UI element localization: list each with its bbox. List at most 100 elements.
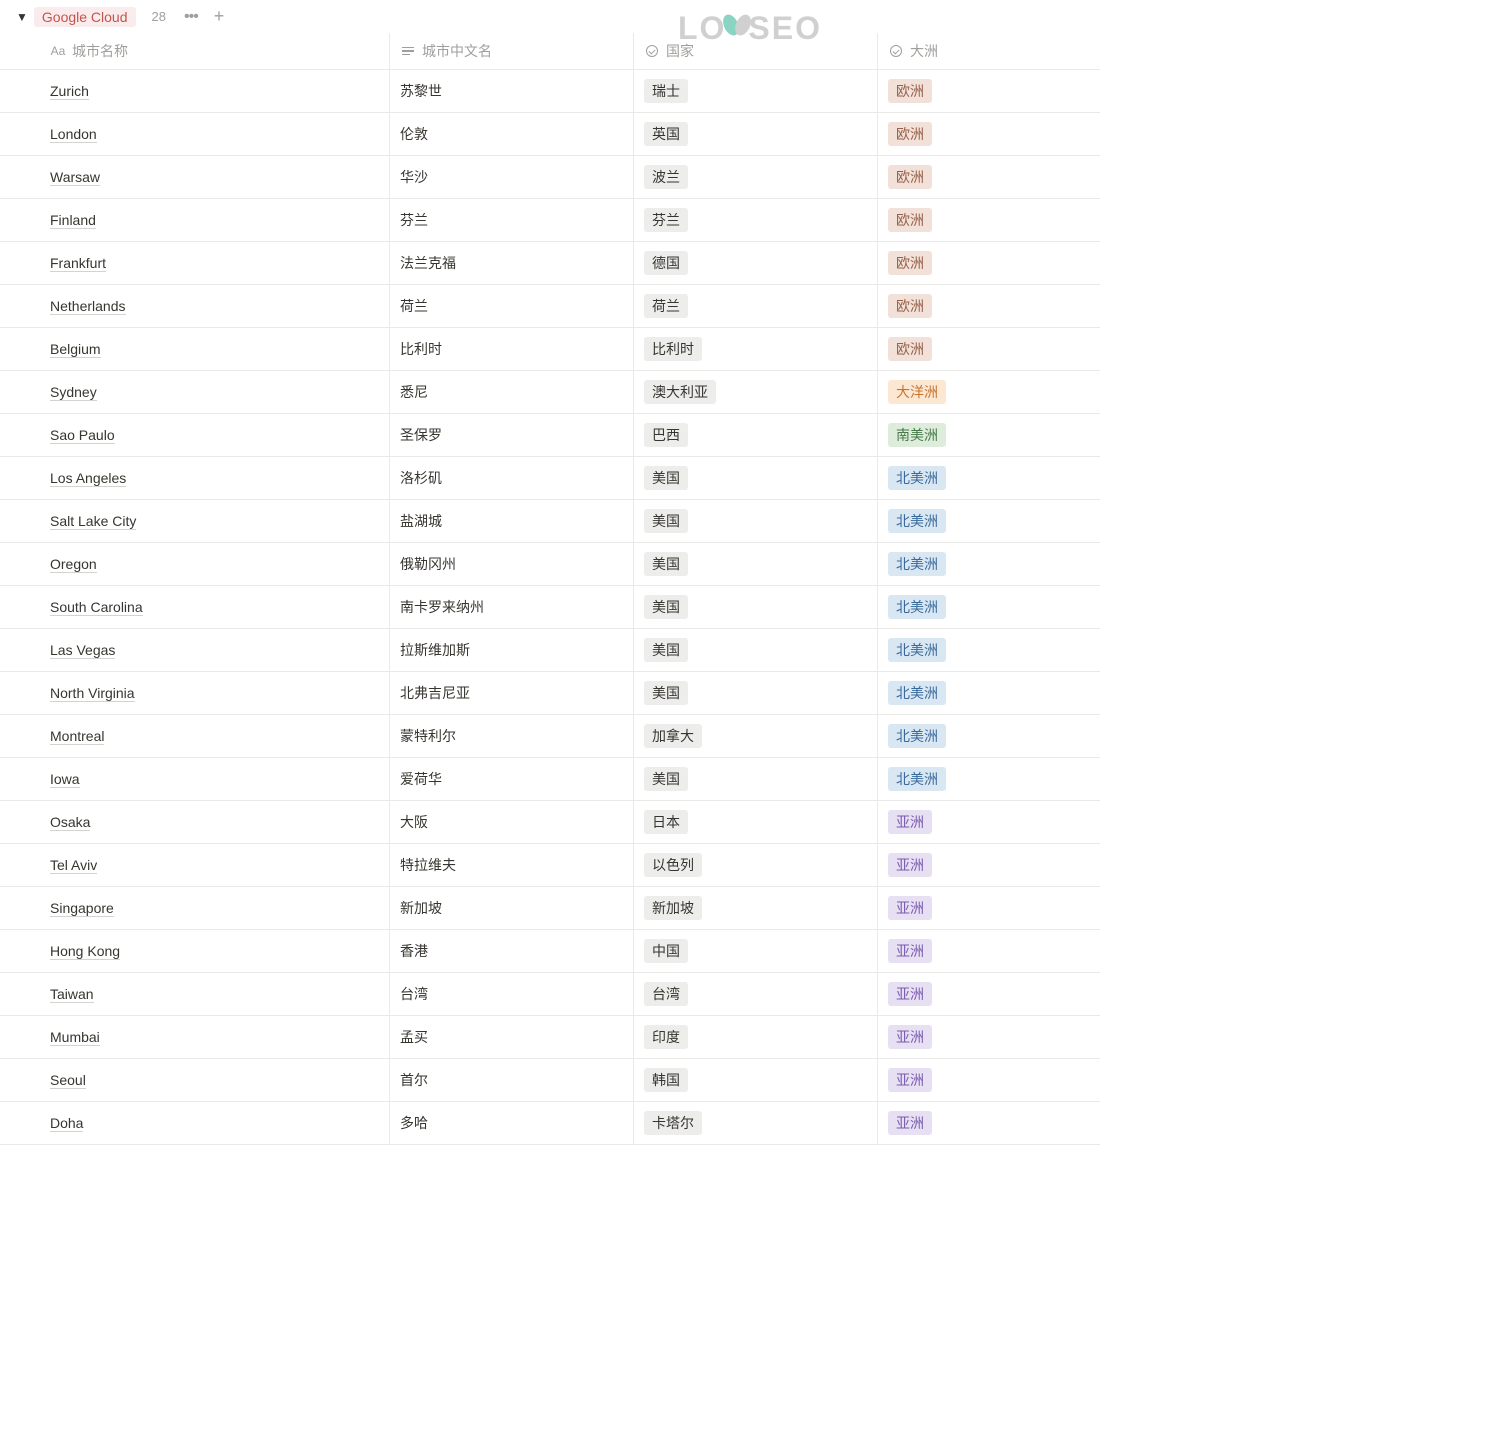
- cell-country[interactable]: 荷兰: [634, 285, 878, 327]
- table-row[interactable]: Netherlands荷兰荷兰欧洲: [0, 285, 1100, 328]
- cell-continent[interactable]: 欧洲: [878, 199, 1058, 241]
- cell-country[interactable]: 英国: [634, 113, 878, 155]
- table-row[interactable]: South Carolina 南卡罗来纳州美国北美洲: [0, 586, 1100, 629]
- add-row-icon[interactable]: +: [214, 6, 225, 27]
- cell-cnname[interactable]: 华沙: [390, 156, 634, 198]
- cell-cnname[interactable]: 法兰克福: [390, 242, 634, 284]
- cell-cnname[interactable]: 多哈: [390, 1102, 634, 1144]
- cell-name[interactable]: North Virginia: [14, 672, 390, 714]
- cell-continent[interactable]: 北美洲: [878, 457, 1058, 499]
- cell-cnname[interactable]: 南卡罗来纳州: [390, 586, 634, 628]
- cell-continent[interactable]: 北美洲: [878, 758, 1058, 800]
- cell-continent[interactable]: 欧洲: [878, 242, 1058, 284]
- row-name[interactable]: Taiwan: [50, 986, 94, 1003]
- cell-name[interactable]: Belgium: [14, 328, 390, 370]
- cell-country[interactable]: 美国: [634, 500, 878, 542]
- cell-name[interactable]: Finland: [14, 199, 390, 241]
- cell-country[interactable]: 澳大利亚: [634, 371, 878, 413]
- table-row[interactable]: Tel Aviv特拉维夫以色列亚洲: [0, 844, 1100, 887]
- cell-cnname[interactable]: 香港: [390, 930, 634, 972]
- row-name[interactable]: Salt Lake City: [50, 513, 136, 530]
- cell-country[interactable]: 卡塔尔: [634, 1102, 878, 1144]
- cell-country[interactable]: 德国: [634, 242, 878, 284]
- cell-cnname[interactable]: 孟买: [390, 1016, 634, 1058]
- table-row[interactable]: Los Angeles洛杉矶美国北美洲: [0, 457, 1100, 500]
- row-name[interactable]: Las Vegas: [50, 642, 115, 659]
- row-name[interactable]: Frankfurt: [50, 255, 106, 272]
- cell-cnname[interactable]: 北弗吉尼亚: [390, 672, 634, 714]
- cell-name[interactable]: Taiwan: [14, 973, 390, 1015]
- table-row[interactable]: Zurich苏黎世瑞士欧洲: [0, 70, 1100, 113]
- cell-name[interactable]: Oregon: [14, 543, 390, 585]
- row-name[interactable]: Montreal: [50, 728, 104, 745]
- cell-name[interactable]: Iowa: [14, 758, 390, 800]
- cell-name[interactable]: Singapore: [14, 887, 390, 929]
- cell-name[interactable]: Frankfurt: [14, 242, 390, 284]
- cell-name[interactable]: South Carolina: [14, 586, 390, 628]
- cell-continent[interactable]: 北美洲: [878, 715, 1058, 757]
- cell-name[interactable]: Las Vegas: [14, 629, 390, 671]
- cell-continent[interactable]: 北美洲: [878, 672, 1058, 714]
- cell-country[interactable]: 美国: [634, 457, 878, 499]
- cell-cnname[interactable]: 大阪: [390, 801, 634, 843]
- cell-country[interactable]: 新加坡: [634, 887, 878, 929]
- more-icon[interactable]: •••: [184, 8, 198, 26]
- row-name[interactable]: Los Angeles: [50, 470, 126, 487]
- table-row[interactable]: Oregon俄勒冈州美国北美洲: [0, 543, 1100, 586]
- cell-name[interactable]: Mumbai: [14, 1016, 390, 1058]
- table-row[interactable]: Las Vegas拉斯维加斯美国北美洲: [0, 629, 1100, 672]
- table-row[interactable]: Sydney悉尼澳大利亚大洋洲: [0, 371, 1100, 414]
- cell-continent[interactable]: 欧洲: [878, 113, 1058, 155]
- cell-cnname[interactable]: 悉尼: [390, 371, 634, 413]
- row-name[interactable]: Mumbai: [50, 1029, 100, 1046]
- cell-continent[interactable]: 北美洲: [878, 543, 1058, 585]
- cell-country[interactable]: 芬兰: [634, 199, 878, 241]
- cell-country[interactable]: 日本: [634, 801, 878, 843]
- table-row[interactable]: Singapore新加坡新加坡亚洲: [0, 887, 1100, 930]
- cell-country[interactable]: 美国: [634, 672, 878, 714]
- row-name[interactable]: Singapore: [50, 900, 114, 917]
- column-header-name[interactable]: 城市名称: [14, 33, 390, 69]
- cell-continent[interactable]: 亚洲: [878, 887, 1058, 929]
- cell-cnname[interactable]: 苏黎世: [390, 70, 634, 112]
- table-row[interactable]: Osaka大阪日本亚洲: [0, 801, 1100, 844]
- cell-continent[interactable]: 北美洲: [878, 500, 1058, 542]
- cell-cnname[interactable]: 荷兰: [390, 285, 634, 327]
- row-name[interactable]: Zurich: [50, 83, 89, 100]
- row-name[interactable]: Belgium: [50, 341, 101, 358]
- row-name[interactable]: Oregon: [50, 556, 97, 573]
- table-row[interactable]: Mumbai孟买印度亚洲: [0, 1016, 1100, 1059]
- cell-country[interactable]: 韩国: [634, 1059, 878, 1101]
- toggle-icon[interactable]: ▼: [16, 10, 28, 24]
- cell-country[interactable]: 美国: [634, 629, 878, 671]
- cell-name[interactable]: Sydney: [14, 371, 390, 413]
- cell-name[interactable]: Osaka: [14, 801, 390, 843]
- table-row[interactable]: Montreal蒙特利尔加拿大北美洲: [0, 715, 1100, 758]
- cell-country[interactable]: 美国: [634, 586, 878, 628]
- cell-name[interactable]: Sao Paulo: [14, 414, 390, 456]
- cell-country[interactable]: 印度: [634, 1016, 878, 1058]
- cell-continent[interactable]: 欧洲: [878, 70, 1058, 112]
- table-row[interactable]: Taiwan台湾台湾亚洲: [0, 973, 1100, 1016]
- row-name[interactable]: South Carolina: [50, 599, 143, 616]
- cell-name[interactable]: Zurich: [14, 70, 390, 112]
- row-name[interactable]: Warsaw: [50, 169, 100, 186]
- table-row[interactable]: Frankfurt 法兰克福德国欧洲: [0, 242, 1100, 285]
- row-name[interactable]: Sydney: [50, 384, 97, 401]
- cell-cnname[interactable]: 圣保罗: [390, 414, 634, 456]
- column-header-cnname[interactable]: 城市中文名: [390, 33, 634, 69]
- cell-name[interactable]: Hong Kong: [14, 930, 390, 972]
- cell-continent[interactable]: 北美洲: [878, 586, 1058, 628]
- cell-country[interactable]: 美国: [634, 543, 878, 585]
- cell-country[interactable]: 加拿大: [634, 715, 878, 757]
- cell-country[interactable]: 台湾: [634, 973, 878, 1015]
- cell-name[interactable]: Doha: [14, 1102, 390, 1144]
- cell-continent[interactable]: 亚洲: [878, 930, 1058, 972]
- row-name[interactable]: Hong Kong: [50, 943, 120, 960]
- group-name-tag[interactable]: Google Cloud: [34, 7, 136, 27]
- row-name[interactable]: Tel Aviv: [50, 857, 97, 874]
- cell-name[interactable]: Salt Lake City: [14, 500, 390, 542]
- cell-cnname[interactable]: 首尔: [390, 1059, 634, 1101]
- cell-country[interactable]: 波兰: [634, 156, 878, 198]
- row-name[interactable]: Finland: [50, 212, 96, 229]
